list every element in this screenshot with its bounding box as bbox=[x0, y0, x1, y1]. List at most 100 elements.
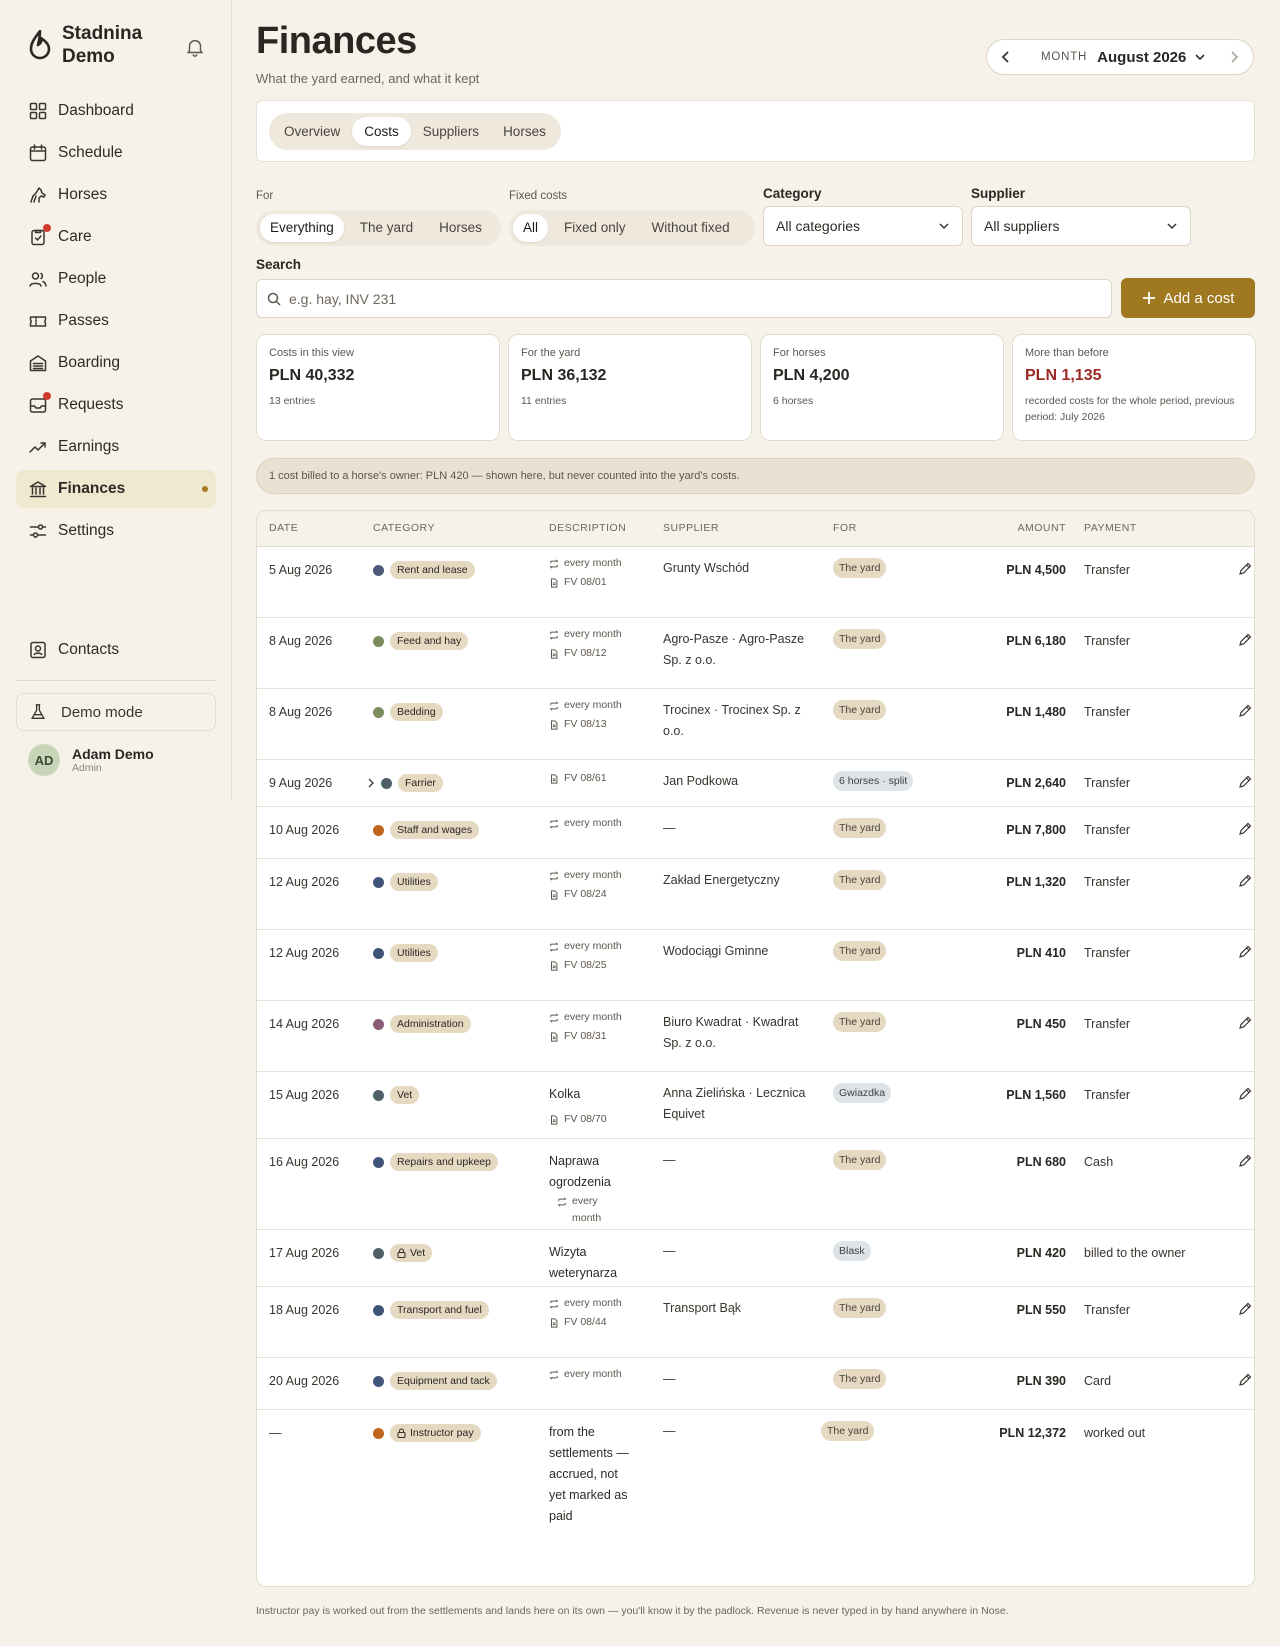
sidebar-item-requests[interactable]: Requests bbox=[16, 386, 216, 424]
for-option-yard[interactable]: The yard bbox=[350, 214, 423, 242]
table-row[interactable]: 8 Aug 2026 Feed and hay every month FV 08/1… bbox=[257, 618, 1254, 689]
cost-date: 9 Aug 2026 bbox=[269, 776, 333, 790]
stat-note: 13 entries bbox=[269, 395, 316, 407]
edit-cost-button[interactable] bbox=[1237, 821, 1254, 839]
column-header-amount[interactable]: AMOUNT bbox=[1018, 522, 1067, 534]
bell-icon[interactable] bbox=[184, 36, 206, 58]
pencil-icon bbox=[1239, 1087, 1252, 1100]
category-select[interactable]: All categories bbox=[763, 206, 963, 246]
sidebar-item-contacts[interactable]: Contacts bbox=[16, 631, 216, 669]
brand[interactable]: Stadnina Demo bbox=[28, 22, 172, 68]
edit-cost-button[interactable] bbox=[1237, 944, 1254, 962]
column-header-supplier[interactable]: SUPPLIER bbox=[663, 522, 719, 534]
column-header-for[interactable]: FOR bbox=[833, 522, 857, 534]
sidebar-item-passes[interactable]: Passes bbox=[16, 302, 216, 340]
sidebar-item-people[interactable]: People bbox=[16, 260, 216, 298]
flask-icon bbox=[31, 704, 45, 719]
cost-description-cell: FV 08/61 bbox=[549, 768, 629, 787]
chevron-down-icon[interactable] bbox=[1194, 51, 1206, 63]
table-row[interactable]: 14 Aug 2026 Administration every month FV 0… bbox=[257, 1001, 1254, 1072]
table-row[interactable]: 8 Aug 2026 Bedding every month FV 08/13 Troc… bbox=[257, 689, 1254, 760]
sidebar-item-label: Finances bbox=[58, 480, 126, 497]
table-row[interactable]: 12 Aug 2026 Utilities every month FV 08/25 W… bbox=[257, 930, 1254, 1001]
tab-horses[interactable]: Horses bbox=[491, 117, 558, 146]
table-row[interactable]: 10 Aug 2026 Staff and wages every month — Th… bbox=[257, 807, 1254, 859]
cost-amount: PLN 450 bbox=[1016, 1017, 1066, 1031]
table-row[interactable]: 12 Aug 2026 Utilities every month FV 08/24 Z… bbox=[257, 859, 1254, 930]
repeat-icon bbox=[549, 1013, 559, 1023]
column-header-description[interactable]: DESCRIPTION bbox=[549, 522, 626, 534]
main-nav: Dashboard Schedule Horses Care People Passes B… bbox=[16, 92, 216, 554]
cost-category: Vet bbox=[373, 1244, 433, 1262]
cost-date: 8 Aug 2026 bbox=[269, 634, 333, 648]
user-profile[interactable]: AD Adam Demo Admin bbox=[28, 744, 154, 776]
column-header-payment[interactable]: PAYMENT bbox=[1084, 522, 1137, 534]
for-pill: The yard bbox=[833, 558, 887, 578]
sidebar-item-finances[interactable]: Finances bbox=[16, 470, 216, 508]
supplier-select[interactable]: All suppliers bbox=[971, 206, 1191, 246]
for-pill: The yard bbox=[833, 941, 887, 961]
for-option-horses[interactable]: Horses bbox=[429, 214, 492, 242]
table-row[interactable]: 17 Aug 2026 Vet Wizyta weterynarza — Blask PL… bbox=[257, 1230, 1254, 1287]
table-header: DATE CATEGORY DESCRIPTION SUPPLIER FOR A… bbox=[257, 511, 1254, 547]
edit-cost-button[interactable] bbox=[1237, 561, 1254, 579]
recurring-label: every month bbox=[564, 557, 622, 569]
cost-description-cell: every month FV 08/12 bbox=[549, 626, 629, 662]
table-row[interactable]: 20 Aug 2026 Equipment and tack every month… bbox=[257, 1358, 1254, 1410]
edit-cost-button[interactable] bbox=[1237, 703, 1254, 721]
recurring-label: every month bbox=[564, 628, 622, 640]
edit-cost-button[interactable] bbox=[1237, 873, 1254, 891]
table-row[interactable]: — Instructor pay from the settlements — ac… bbox=[257, 1410, 1254, 1545]
sidebar-item-horses[interactable]: Horses bbox=[16, 176, 216, 214]
edit-cost-button[interactable] bbox=[1237, 1301, 1254, 1319]
search-input[interactable] bbox=[289, 290, 1089, 307]
table-row[interactable]: 9 Aug 2026 Farrier FV 08/61 Jan Podkowa 6 ho… bbox=[257, 760, 1254, 807]
pencil-icon bbox=[1239, 874, 1252, 887]
prev-month-button[interactable] bbox=[991, 39, 1021, 75]
tab-costs[interactable]: Costs bbox=[352, 117, 411, 146]
cost-payment: Transfer bbox=[1084, 563, 1131, 577]
tab-suppliers[interactable]: Suppliers bbox=[411, 117, 491, 146]
category-pill: Administration bbox=[390, 1015, 471, 1033]
cost-for: The yard bbox=[833, 1150, 887, 1170]
for-option-everything[interactable]: Everything bbox=[260, 214, 344, 242]
month-select[interactable]: August 2026 bbox=[1097, 49, 1186, 66]
edit-cost-button[interactable] bbox=[1237, 632, 1254, 650]
column-header-date[interactable]: DATE bbox=[269, 522, 298, 534]
cost-category: Bedding bbox=[373, 703, 443, 721]
fixed-option-without-fixed[interactable]: Without fixed bbox=[642, 214, 740, 242]
sidebar-item-care[interactable]: Care bbox=[16, 218, 216, 256]
table-row[interactable]: 5 Aug 2026 Rent and lease every month FV 08… bbox=[257, 547, 1254, 618]
sidebar-item-dashboard[interactable]: Dashboard bbox=[16, 92, 216, 130]
edit-cost-button[interactable] bbox=[1237, 1153, 1254, 1171]
fixed-option-fixed-only[interactable]: Fixed only bbox=[554, 214, 636, 242]
cost-amount: PLN 550 bbox=[1016, 1303, 1066, 1317]
add-cost-button[interactable]: Add a cost bbox=[1121, 278, 1255, 318]
fixed-option-all[interactable]: All bbox=[513, 214, 549, 242]
demo-mode-button[interactable]: Demo mode bbox=[16, 693, 216, 731]
chevron-right-icon[interactable] bbox=[367, 778, 375, 788]
table-row[interactable]: 15 Aug 2026 Vet Kolka FV 08/70 Anna Zielińsk… bbox=[257, 1072, 1254, 1139]
sidebar-item-boarding[interactable]: Boarding bbox=[16, 344, 216, 382]
category-label: Farrier bbox=[405, 777, 436, 789]
sidebar-item-earnings[interactable]: Earnings bbox=[16, 428, 216, 466]
cost-for: The yard bbox=[833, 818, 887, 838]
sidebar-item-schedule[interactable]: Schedule bbox=[16, 134, 216, 172]
recurring-label: every month bbox=[564, 1368, 622, 1380]
table-row[interactable]: 16 Aug 2026 Repairs and upkeep Naprawa ogr… bbox=[257, 1139, 1254, 1230]
next-month-button[interactable] bbox=[1219, 39, 1249, 75]
edit-cost-button[interactable] bbox=[1237, 1015, 1254, 1033]
tab-overview[interactable]: Overview bbox=[272, 117, 352, 146]
edit-cost-button[interactable] bbox=[1237, 1086, 1254, 1104]
category-label: Utilities bbox=[397, 947, 431, 959]
edit-cost-button[interactable] bbox=[1237, 774, 1254, 792]
column-header-category[interactable]: CATEGORY bbox=[373, 522, 435, 534]
cost-supplier: — bbox=[663, 1153, 676, 1167]
user-role: Admin bbox=[72, 762, 102, 774]
sidebar-item-settings[interactable]: Settings bbox=[16, 512, 216, 550]
cost-description-cell: every month bbox=[549, 815, 629, 832]
edit-cost-button[interactable] bbox=[1237, 1372, 1254, 1390]
cost-payment: worked out bbox=[1084, 1426, 1146, 1440]
cost-for: The yard bbox=[833, 941, 887, 961]
table-row[interactable]: 18 Aug 2026 Transport and fuel every month… bbox=[257, 1287, 1254, 1358]
